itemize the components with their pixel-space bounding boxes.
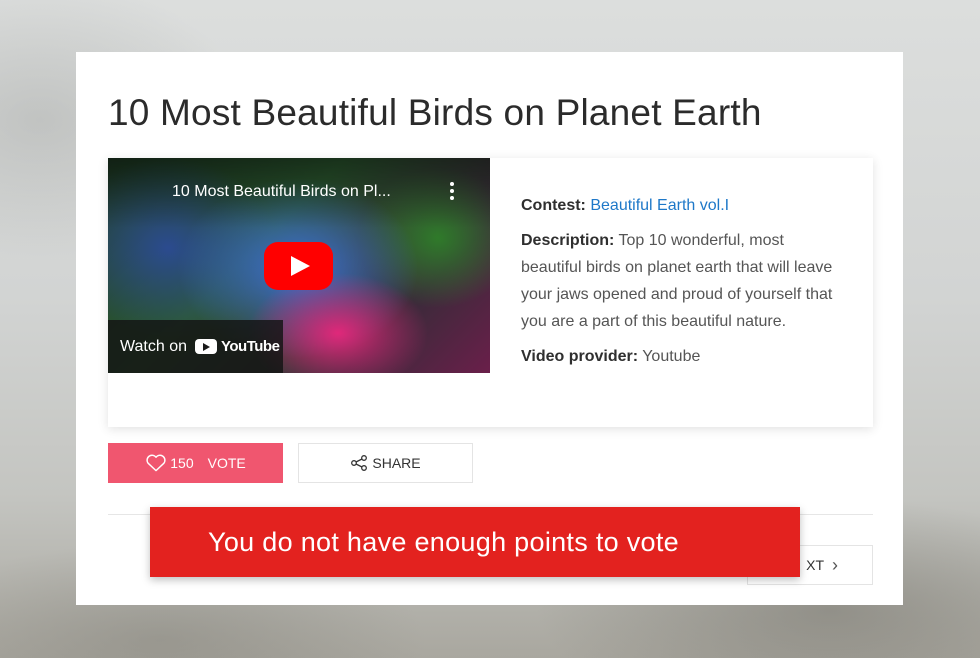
chevron-right-icon: › <box>832 554 838 575</box>
vote-button[interactable]: 150 VOTE <box>108 443 283 483</box>
toast-message: You do not have enough points to vote <box>208 526 679 557</box>
video-embed[interactable]: 10 Most Beautiful Birds on Pl... Watch o… <box>108 158 490 373</box>
watch-on-label: Watch on <box>120 337 187 355</box>
kebab-menu-icon[interactable] <box>445 180 459 202</box>
contest-label: Contest: <box>521 197 586 214</box>
provider-row: Video provider: Youtube <box>521 343 841 370</box>
heart-icon <box>146 454 166 472</box>
insufficient-points-toast: You do not have enough points to vote <box>150 507 800 577</box>
vote-count: 150 <box>170 455 194 471</box>
provider-value: Youtube <box>642 348 701 365</box>
description-row: Description: Top 10 wonderful, most beau… <box>521 227 841 335</box>
contest-row: Contest: Beautiful Earth vol.I <box>521 192 841 219</box>
entry-info: Contest: Beautiful Earth vol.I Descripti… <box>521 192 841 378</box>
share-label: SHARE <box>372 455 421 471</box>
share-icon <box>351 455 368 471</box>
watch-on-youtube-button[interactable]: Watch on YouTube <box>108 320 283 373</box>
contest-link[interactable]: Beautiful Earth vol.I <box>590 197 729 214</box>
youtube-play-glyph-icon <box>195 339 217 354</box>
description-label: Description: <box>521 232 615 249</box>
vote-label: VOTE <box>207 455 246 471</box>
next-label: XT <box>806 557 824 573</box>
youtube-logo-icon: YouTube <box>195 338 280 355</box>
share-button[interactable]: SHARE <box>298 443 473 483</box>
page-title: 10 Most Beautiful Birds on Planet Earth <box>108 92 762 133</box>
provider-label: Video provider: <box>521 348 639 365</box>
entry-panel: 10 Most Beautiful Birds on Pl... Watch o… <box>108 158 873 427</box>
play-button-icon[interactable] <box>264 242 333 290</box>
video-overlay-title[interactable]: 10 Most Beautiful Birds on Pl... <box>172 183 391 201</box>
youtube-logo-text: YouTube <box>221 338 280 355</box>
